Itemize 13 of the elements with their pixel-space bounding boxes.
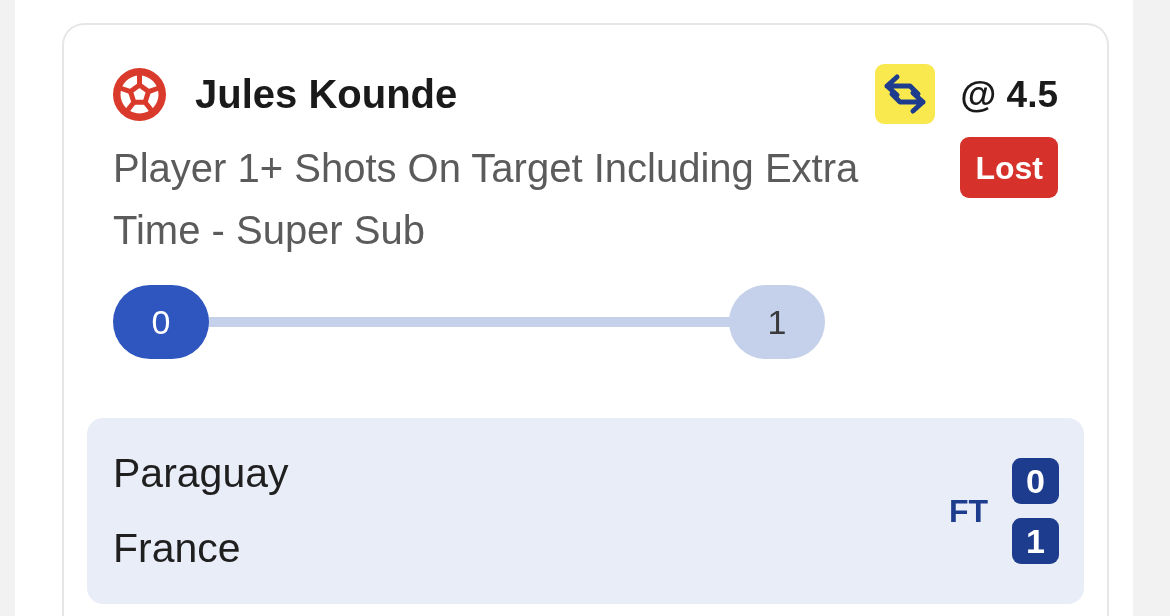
match-status-text: FT bbox=[948, 492, 988, 531]
target-marker: 1 bbox=[729, 285, 825, 359]
progress-marker: 0 bbox=[113, 285, 209, 359]
bet-status-label: Lost bbox=[960, 137, 1058, 198]
team-score: 0 bbox=[1012, 458, 1059, 504]
team-name: Paraguay bbox=[113, 449, 290, 498]
odds-text: @ 4.5 bbox=[960, 75, 1058, 113]
team-score: 1 bbox=[1012, 518, 1059, 564]
player-name: Jules Kounde bbox=[195, 74, 458, 114]
team-name: France bbox=[113, 524, 242, 573]
market-description: Player 1+ Shots On Target Including Extra Time - Super Sub bbox=[113, 145, 860, 254]
football-icon bbox=[113, 67, 166, 121]
swap-arrows-icon bbox=[875, 64, 936, 124]
